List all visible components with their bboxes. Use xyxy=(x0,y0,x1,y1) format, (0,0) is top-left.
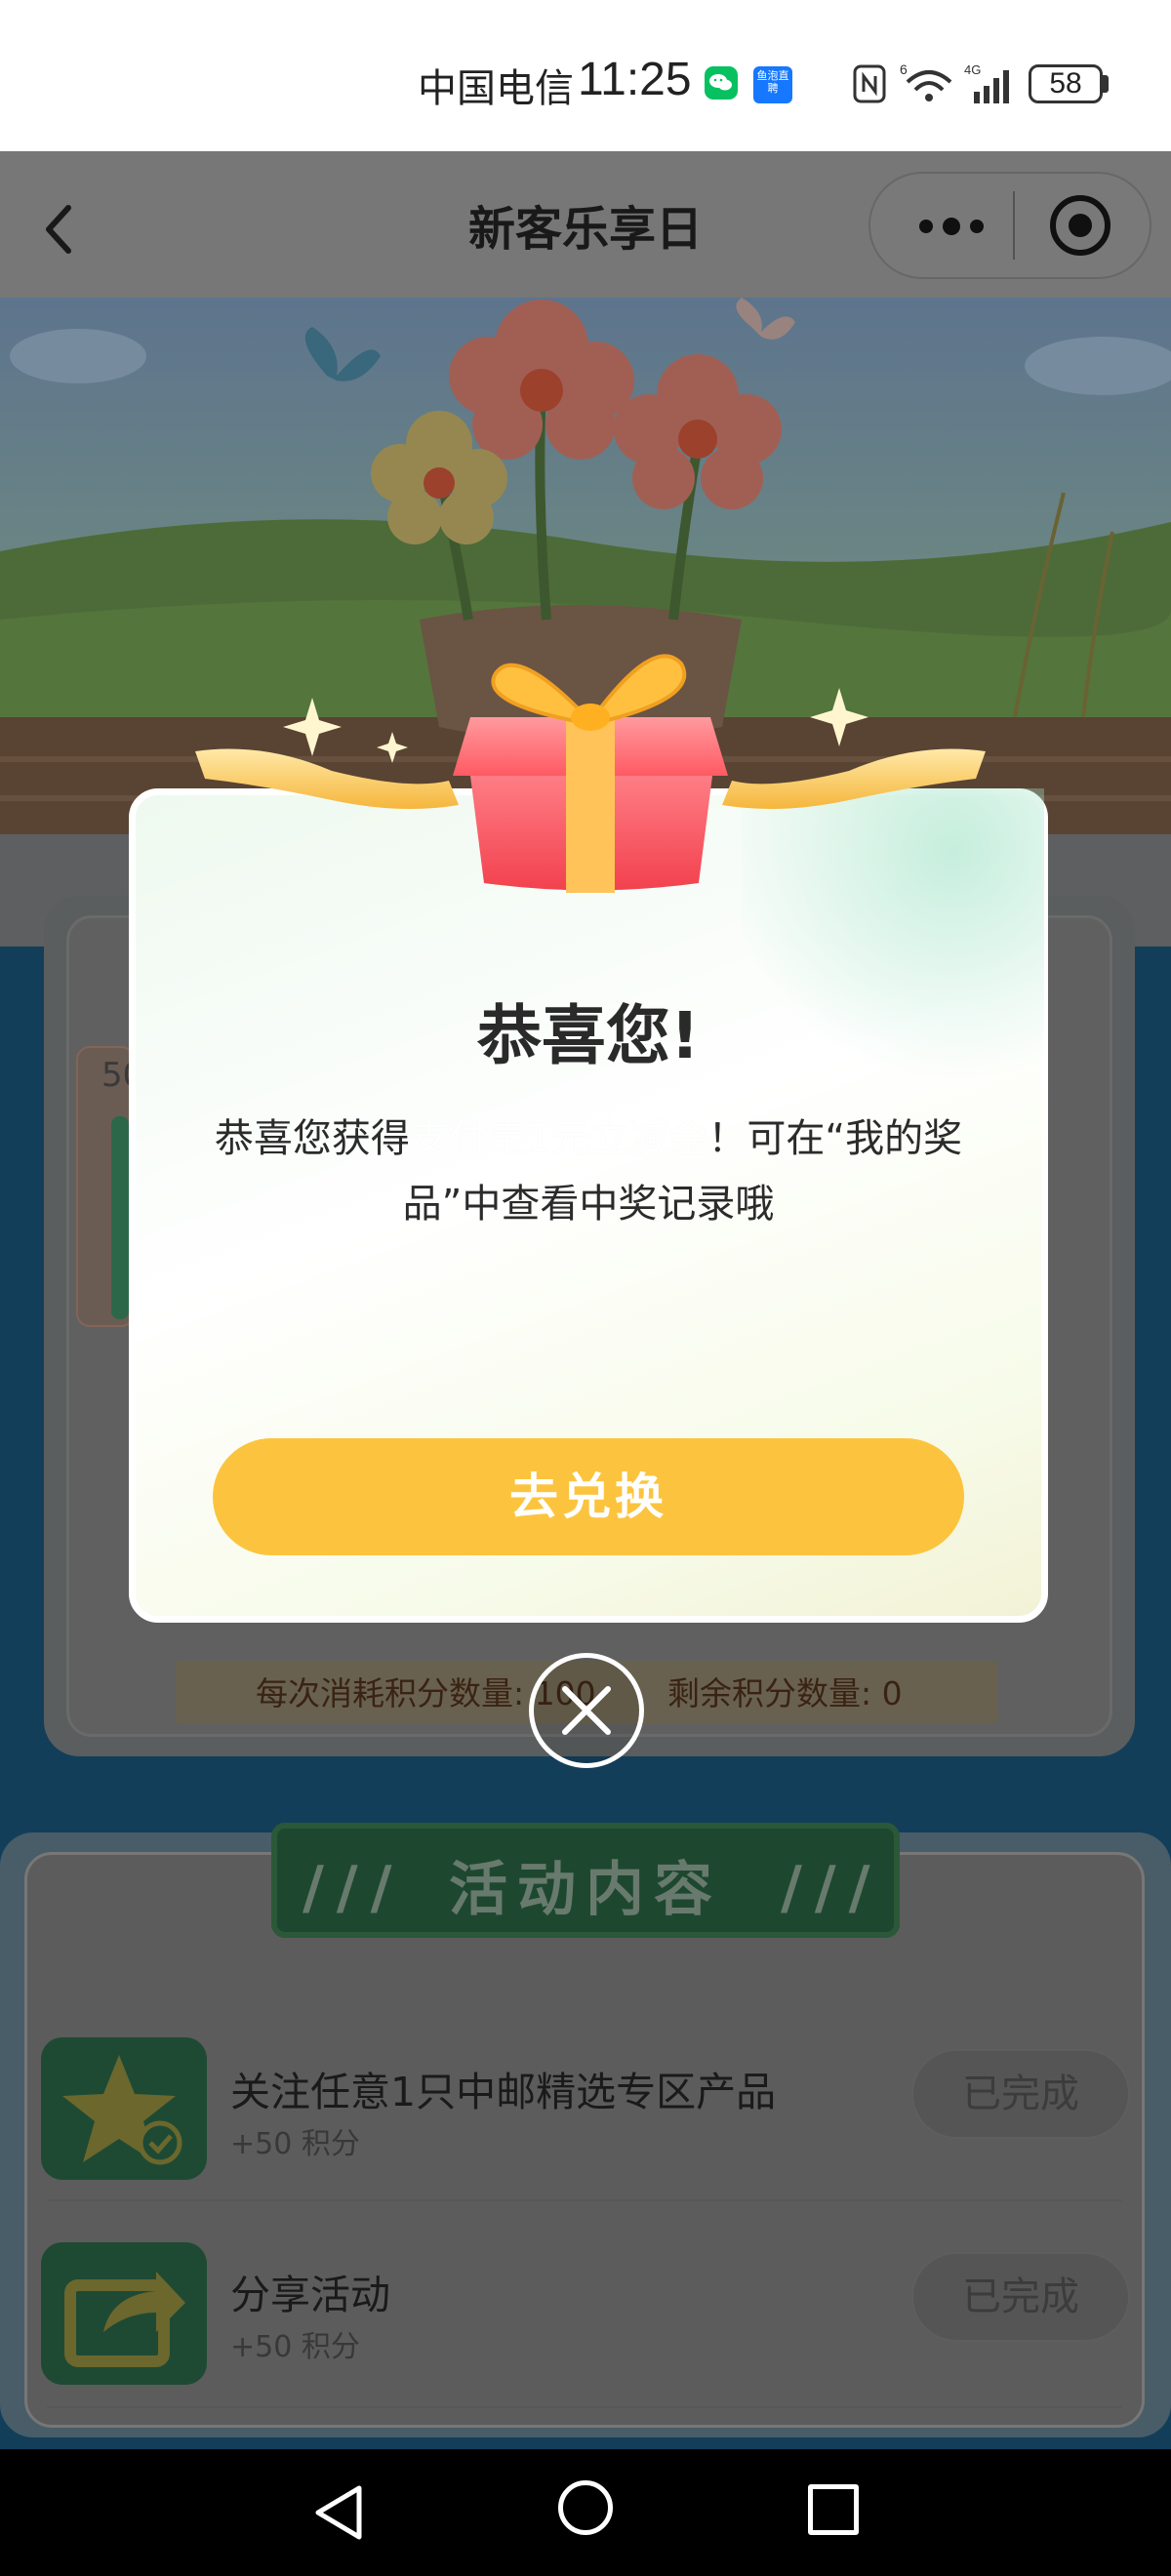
clock: 11:25 xyxy=(578,54,692,105)
fish-app-icon: 鱼泡直聘 xyxy=(753,66,792,103)
redeem-button[interactable]: 去兑换 xyxy=(213,1438,964,1555)
modal-message: 恭喜您获得支付宝1元立减金！可在“我的奖品”中查看中奖记录哦 xyxy=(195,1107,982,1237)
wifi-icon: 6 xyxy=(900,60,954,105)
close-icon xyxy=(562,1686,611,1735)
gift-box-icon xyxy=(195,654,986,893)
system-home-icon[interactable] xyxy=(558,2480,613,2535)
task-divider xyxy=(47,2406,1122,2408)
system-recents-icon[interactable] xyxy=(808,2484,859,2535)
capsule-divider xyxy=(1013,191,1015,260)
banner-deco-right: / / / xyxy=(781,1854,870,1922)
task-status-button[interactable]: 已完成 xyxy=(911,2049,1130,2139)
modal-message-prefix: 恭喜您获得 xyxy=(214,1116,410,1161)
task-reward: +50 积分 xyxy=(230,2330,360,2364)
prize-name: 支付宝1元立减金 xyxy=(409,1116,708,1161)
task-title: 关注任意1只中邮精选专区产品 xyxy=(230,2069,777,2115)
back-icon[interactable] xyxy=(39,200,78,259)
nfc-icon xyxy=(853,64,886,103)
carrier-label: 中国电信 xyxy=(418,66,574,111)
svg-text:6: 6 xyxy=(900,61,908,77)
task-title: 分享活动 xyxy=(230,2272,390,2318)
prize-tile-accent xyxy=(111,1116,129,1319)
page-title: 新客乐享日 xyxy=(467,202,703,257)
share-task-icon xyxy=(41,2242,207,2385)
close-modal-button[interactable] xyxy=(529,1653,644,1768)
battery-icon: 58 xyxy=(1029,64,1103,103)
task-reward: +50 积分 xyxy=(230,2127,360,2161)
svg-text:4G: 4G xyxy=(964,62,981,77)
battery-tip xyxy=(1103,75,1109,93)
modal-title: 恭喜您! xyxy=(476,998,701,1073)
more-icon[interactable] xyxy=(912,207,990,246)
task-status-button[interactable]: 已完成 xyxy=(911,2252,1130,2342)
points-left-text: 剩余积分数量: 0 xyxy=(667,1674,903,1712)
task-divider xyxy=(47,2199,1122,2201)
wechat-icon xyxy=(705,66,738,100)
star-task-icon xyxy=(41,2037,207,2180)
signal-icon: 4G xyxy=(964,60,1019,105)
close-mini-program-icon[interactable] xyxy=(1050,195,1110,256)
system-back-icon[interactable] xyxy=(310,2482,369,2543)
